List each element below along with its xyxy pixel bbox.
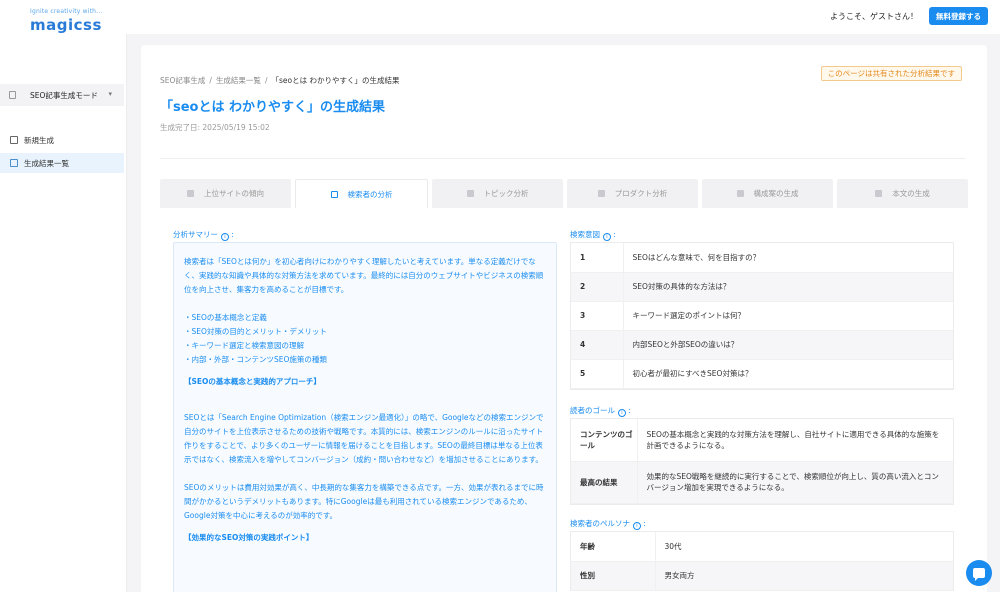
row-value: SEOの基本概念と実践的な対策方法を理解し、自社サイトに適用できる具体的な施策を…	[636, 419, 953, 462]
tab-label: 構成案の生成	[753, 189, 799, 198]
info-icon[interactable]: i	[633, 522, 641, 530]
row-text: キーワード選定のポイントは何？	[622, 301, 953, 331]
summary-label: 分析サマリー i :	[173, 230, 234, 241]
summary-bullet: ・キーワード選定と検索意図の理解	[184, 341, 304, 350]
chevron-down-icon: ▾	[108, 90, 112, 98]
summary-bullet: ・SEO対策の目的とメリット・デメリット	[184, 327, 327, 336]
tab-bar: 上位サイトの傾向 検索者の分析 トピック分析 プロダクト分析 構成案の生成 本文…	[160, 179, 968, 208]
summary-bullet: ・内部・外部・コンテンツSEO施策の種類	[184, 355, 327, 364]
row-text: 内部SEOと外部SEOの違いは？	[622, 330, 953, 360]
row-number: 4	[571, 330, 623, 360]
table-row: 性別 男女両方	[571, 561, 953, 591]
tab-topic-analysis[interactable]: トピック分析	[432, 179, 563, 208]
tab-searcher-analysis[interactable]: 検索者の分析	[295, 179, 428, 208]
edit-icon	[10, 136, 18, 144]
tab-label: プロダクト分析	[614, 189, 668, 198]
row-text: 初心者が最初にすべきSEO対策は？	[622, 359, 953, 389]
row-value: 30代	[654, 532, 953, 562]
row-number: 3	[571, 301, 623, 331]
summary-heading: 【SEOの基本概念と実践的アプローチ】	[184, 377, 321, 386]
tab-product-analysis[interactable]: プロダクト分析	[567, 179, 698, 208]
summary-bullet: ・SEOの基本概念と定義	[184, 313, 267, 322]
sidebar-item-results[interactable]: 生成結果一覧	[0, 153, 124, 173]
lightbulb-icon	[466, 190, 474, 197]
tab-body-generation[interactable]: 本文の生成	[837, 179, 968, 208]
document-icon	[9, 91, 16, 99]
list-icon	[736, 190, 744, 197]
goal-label-text: 読者のゴール	[570, 406, 615, 415]
tab-label: トピック分析	[483, 189, 529, 198]
table-row: 最高の結果 効果的なSEO戦略を継続的に実行することで、検索順位が向上し、質の高い…	[571, 461, 953, 504]
welcome-text: ようこそ、ゲストさん！	[830, 12, 918, 21]
row-key: 年齢	[571, 532, 655, 562]
completed-date: 生成完了日: 2025/05/19 15:02	[160, 123, 270, 132]
page-title: 「seoとは わかりやすく」の生成結果	[160, 100, 386, 115]
persona-label-text: 検索者のペルソナ	[570, 519, 630, 528]
divider	[160, 158, 966, 159]
row-key: コンテンツのゴール	[571, 419, 637, 462]
id-card-icon	[330, 190, 338, 198]
grid-icon	[597, 190, 605, 197]
persona-table: 年齢 30代 性別 男女両方	[570, 531, 954, 591]
row-number: 2	[571, 272, 623, 302]
tab-label: 本文の生成	[892, 189, 930, 198]
table-row: 年齢 30代	[571, 532, 953, 562]
sidebar: SEO記事生成モード ▾ 新規生成 生成結果一覧	[0, 34, 127, 592]
signup-button[interactable]: 無料登録する	[929, 7, 988, 25]
tab-top-sites[interactable]: 上位サイトの傾向	[160, 179, 291, 208]
top-header: Ignite creativity with... magicss ようこそ、ゲ…	[0, 0, 1000, 34]
row-number: 1	[571, 243, 623, 273]
row-key: 最高の結果	[571, 461, 637, 504]
summary-box: 検索者は「SEOとは何か」を初心者向けにわかりやすく理解したいと考えています。単…	[173, 242, 557, 592]
summary-paragraph: 検索者は「SEOとは何か」を初心者向けにわかりやすく理解したいと考えています。単…	[184, 257, 544, 294]
goal-table: コンテンツのゴール SEOの基本概念と実践的な対策方法を理解し、自社サイトに適用で…	[570, 418, 954, 505]
tab-outline-generation[interactable]: 構成案の生成	[702, 179, 833, 208]
mode-select-label: SEO記事生成モード	[30, 91, 98, 100]
row-text: SEOはどんな意味で、何を目指すの？	[622, 243, 953, 273]
table-row: 1 SEOはどんな意味で、何を目指すの？	[571, 243, 953, 273]
summary-heading: 【効果的なSEO対策の実践ポイント】	[184, 533, 314, 542]
tab-label: 上位サイトの傾向	[204, 189, 264, 198]
summary-paragraph: SEOのメリットは費用対効果が高く、中長期的な集客力を構築できる点です。一方、効…	[184, 483, 544, 520]
mode-select[interactable]: SEO記事生成モード ▾	[0, 84, 124, 106]
table-row: 3 キーワード選定のポイントは何？	[571, 301, 953, 331]
logo-name: magicss	[30, 16, 102, 34]
table-row: 5 初心者が最初にすべきSEO対策は？	[571, 359, 953, 389]
row-value: 効果的なSEO戦略を継続的に実行することで、検索順位が向上し、質の高い流入とコン…	[636, 461, 953, 504]
intent-label: 検索意図 i :	[570, 230, 616, 241]
table-row: コンテンツのゴール SEOの基本概念と実践的な対策方法を理解し、自社サイトに適用で…	[571, 419, 953, 462]
intent-label-text: 検索意図	[570, 230, 600, 239]
table-row: 2 SEO対策の具体的な方法は？	[571, 272, 953, 302]
breadcrumb-current: 「seoとは わかりやすく」の生成結果	[271, 76, 400, 85]
intent-table: 1 SEOはどんな意味で、何を目指すの？ 2 SEO対策の具体的な方法は？ 3 キーワ…	[570, 242, 954, 390]
sidebar-item-label: 生成結果一覧	[24, 158, 69, 168]
row-text: SEO対策の具体的な方法は？	[622, 272, 953, 302]
table-row: 4 内部SEOと外部SEOの違いは？	[571, 330, 953, 360]
info-icon[interactable]: i	[618, 409, 626, 417]
breadcrumb: SEO記事生成 / 生成結果一覧 / 「seoとは わかりやすく」の生成結果	[160, 76, 400, 85]
info-icon[interactable]: i	[603, 233, 611, 241]
row-value: 男女両方	[654, 561, 953, 591]
chat-icon	[973, 568, 985, 581]
persona-label: 検索者のペルソナ i :	[570, 519, 646, 530]
breadcrumb-item[interactable]: 生成結果一覧	[216, 76, 261, 85]
logo-tagline: Ignite creativity with...	[30, 8, 103, 15]
sidebar-item-new[interactable]: 新規生成	[0, 130, 124, 150]
shared-badge: このページは共有された分析結果です	[820, 66, 962, 81]
info-icon[interactable]: i	[221, 233, 229, 241]
row-number: 5	[571, 359, 623, 389]
summary-paragraph: SEOとは「Search Engine Optimization（検索エンジン最…	[184, 413, 544, 464]
chat-button[interactable]	[966, 560, 992, 586]
tab-label: 検索者の分析	[347, 189, 393, 199]
goal-label: 読者のゴール i :	[570, 406, 631, 417]
breadcrumb-item[interactable]: SEO記事生成	[160, 76, 205, 85]
summary-label-text: 分析サマリー	[173, 230, 218, 239]
list-icon	[10, 159, 18, 167]
sidebar-item-label: 新規生成	[24, 135, 54, 145]
home-icon	[187, 190, 194, 197]
row-key: 性別	[571, 561, 655, 591]
logo[interactable]: Ignite creativity with... magicss	[30, 8, 103, 34]
pencil-icon	[875, 190, 883, 197]
